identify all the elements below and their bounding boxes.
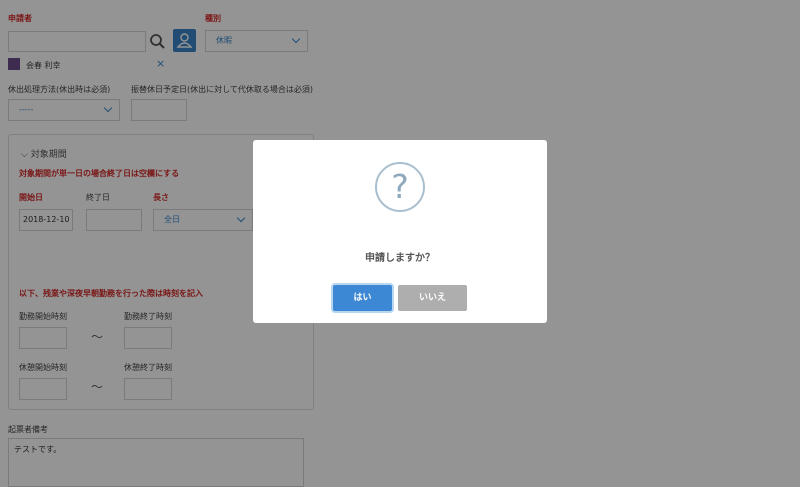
confirm-message: 申請しますか？ xyxy=(365,253,435,264)
no-button[interactable]: いいえ xyxy=(398,285,467,311)
question-icon: ? xyxy=(375,162,425,212)
yes-button[interactable]: はい xyxy=(333,285,392,311)
confirm-dialog: ? 申請しますか？ はい いいえ xyxy=(253,140,547,323)
